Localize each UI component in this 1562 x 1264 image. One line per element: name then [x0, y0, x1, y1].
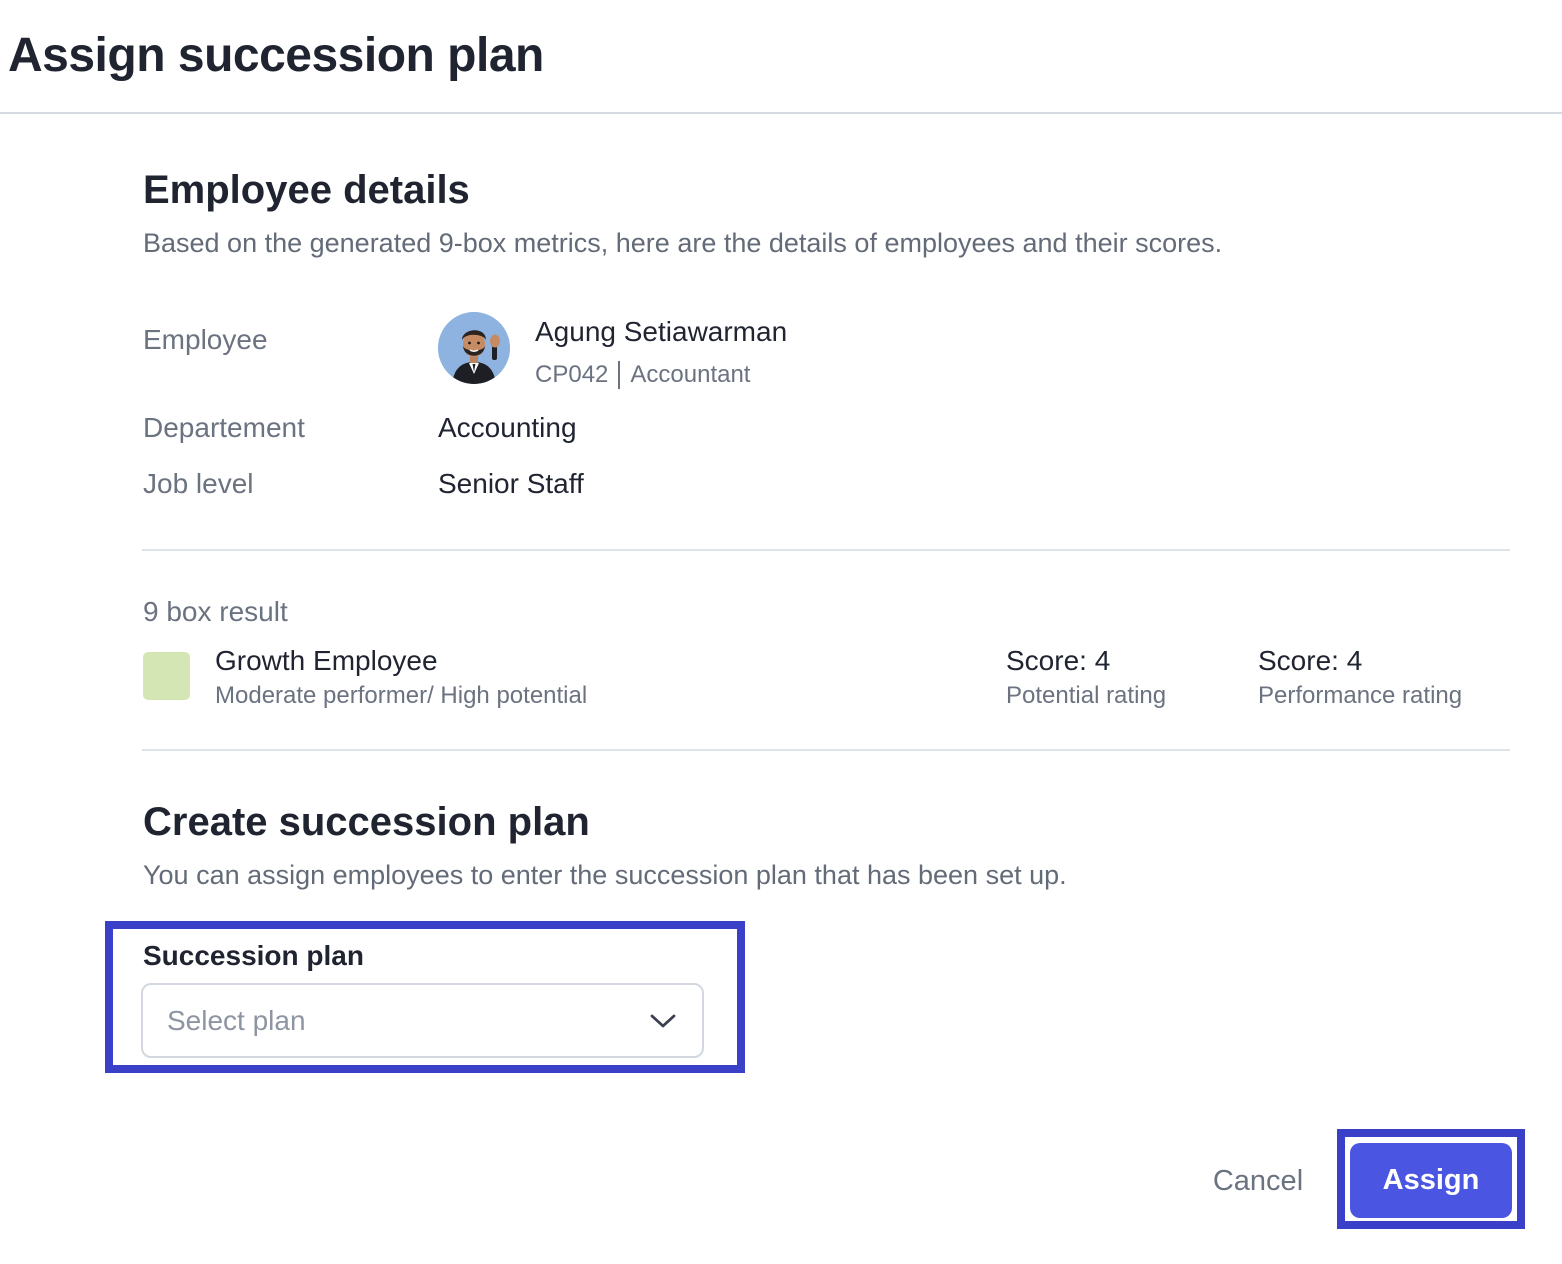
employee-id: CP042	[535, 361, 609, 388]
succession-description: You can assign employees to enter the su…	[143, 860, 1067, 890]
potential-score-value: Score: 4	[1006, 645, 1111, 676]
select-placeholder: Select plan	[167, 1004, 306, 1036]
department-value: Accounting	[438, 412, 577, 443]
potential-score-label: Potential rating	[1006, 682, 1167, 709]
nine-box-category-description: Moderate performer/ High potential	[215, 682, 588, 709]
employee-position: Accountant	[630, 361, 751, 388]
nine-box-category: Growth Employee	[215, 645, 438, 676]
succession-plan-select[interactable]: Select plan	[141, 983, 704, 1058]
department-label: Departement	[143, 412, 305, 443]
employee-details-title: Employee details	[143, 168, 470, 212]
nine-box-label: 9 box result	[143, 596, 288, 627]
employee-details-description: Based on the generated 9-box metrics, he…	[143, 228, 1223, 258]
assign-button[interactable]: Assign	[1350, 1143, 1512, 1218]
memoji-avatar-icon	[438, 312, 510, 384]
employee-meta: CP042 Accountant	[535, 361, 750, 389]
succession-title: Create succession plan	[143, 800, 590, 844]
succession-plan-label: Succession plan	[143, 940, 364, 971]
job-level-label: Job level	[143, 468, 254, 499]
employee-name: Agung Setiawarman	[535, 316, 788, 347]
section-divider	[142, 549, 1510, 551]
meta-separator	[618, 361, 621, 389]
performance-score-value: Score: 4	[1258, 645, 1363, 676]
nine-box-color-swatch	[143, 652, 190, 700]
modal-title: Assign succession plan	[8, 29, 544, 82]
job-level-value: Senior Staff	[438, 468, 584, 499]
cancel-button[interactable]: Cancel	[1190, 1148, 1326, 1214]
section-divider	[142, 749, 1510, 751]
employee-label: Employee	[143, 324, 268, 355]
avatar	[438, 312, 510, 384]
assign-succession-modal: Assign succession plan Employee details …	[0, 0, 1562, 1264]
performance-score-label: Performance rating	[1258, 682, 1463, 709]
chevron-down-icon	[650, 1014, 676, 1027]
title-divider	[0, 112, 1562, 114]
